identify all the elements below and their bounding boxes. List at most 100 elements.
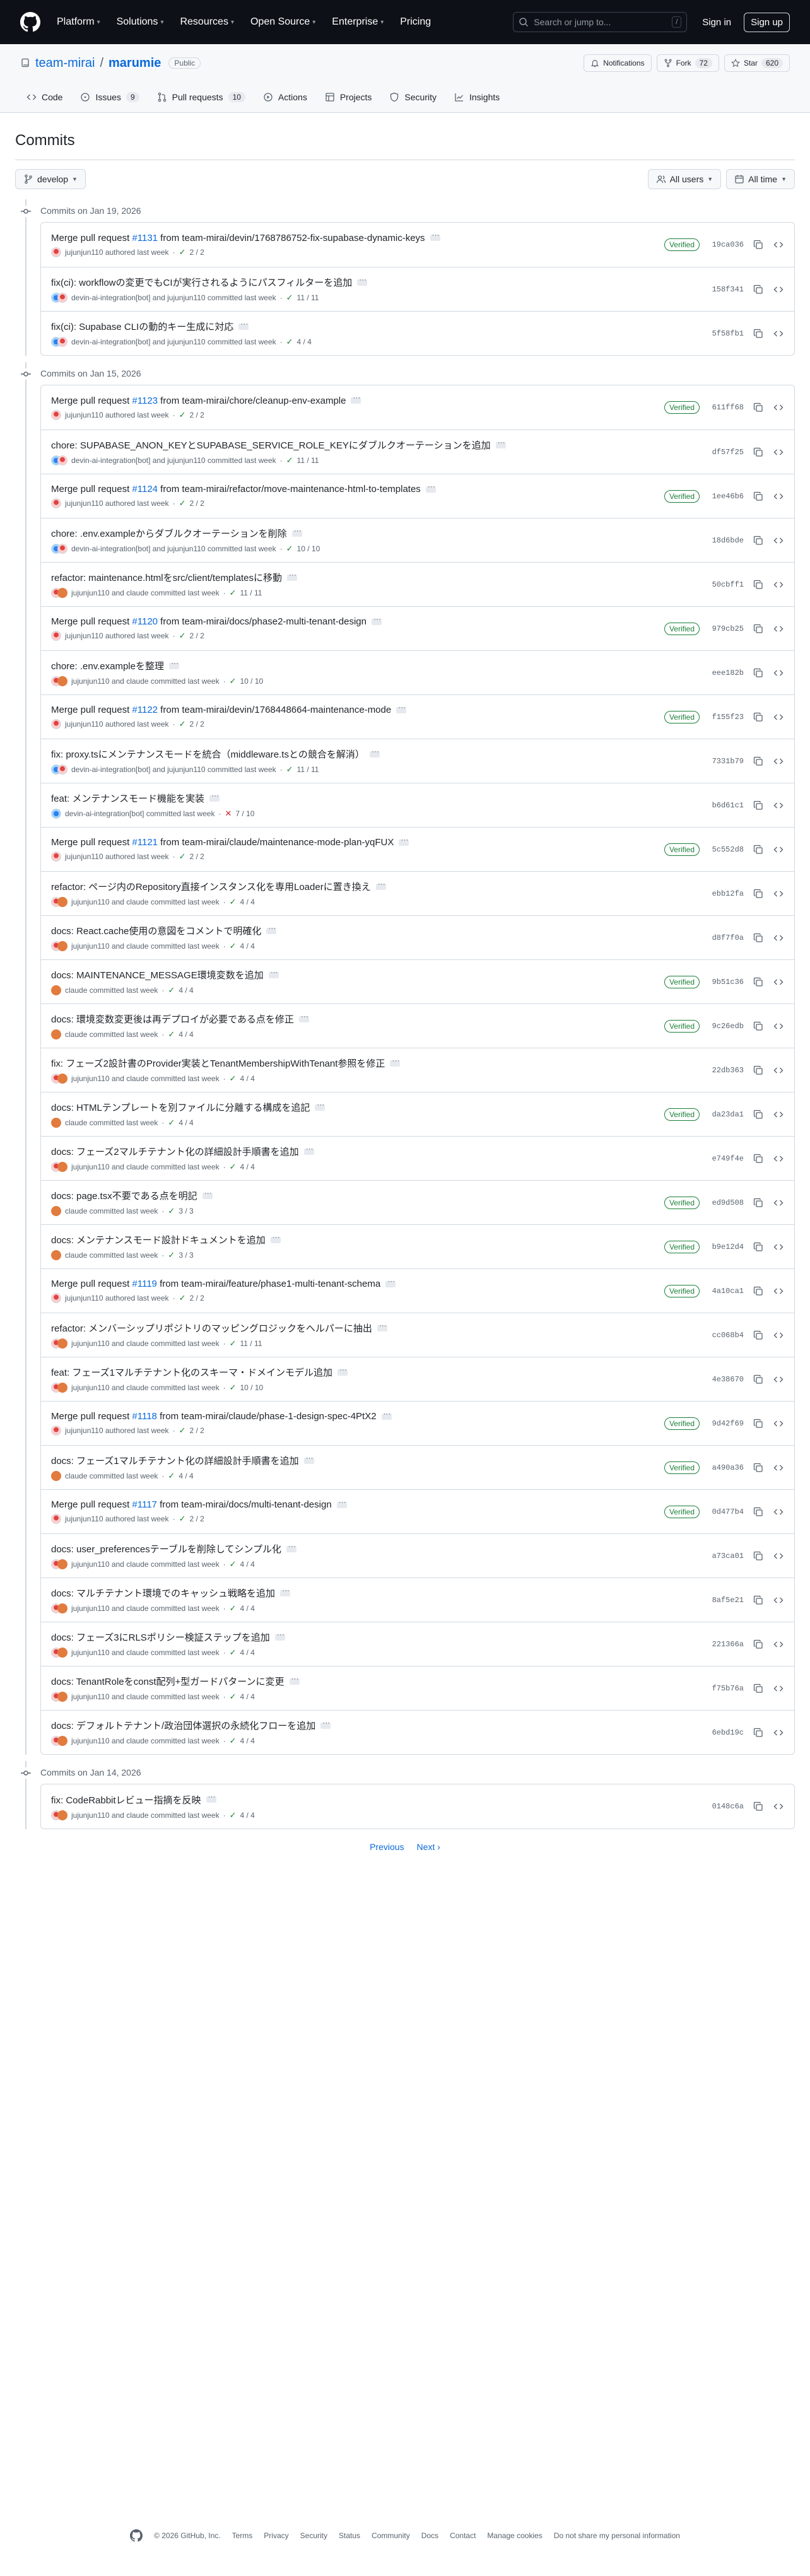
commit-title-link[interactable]: refactor: メンバーシップリポジトリのマッピングロジックをヘルパーに抽出 [51, 1321, 372, 1335]
browse-repo-button[interactable] [773, 1197, 784, 1209]
verified-badge[interactable]: Verified [664, 401, 700, 414]
commit-sha-link[interactable]: 5f58fb1 [708, 329, 744, 338]
commit-sha-link[interactable]: f75b76a [708, 1684, 744, 1693]
copy-sha-button[interactable] [753, 239, 764, 250]
browse-repo-button[interactable] [773, 1639, 784, 1650]
browse-repo-button[interactable] [773, 711, 784, 723]
commit-sha-link[interactable]: f155f23 [708, 713, 744, 722]
commit-title-link[interactable]: Merge pull request #1120 from team-mirai… [51, 616, 367, 627]
tab-issues[interactable]: Issues 9 [74, 88, 145, 106]
copy-sha-button[interactable] [753, 1550, 764, 1562]
time-filter[interactable]: All time ▼ [726, 169, 795, 189]
browse-repo-button[interactable] [773, 1506, 784, 1518]
footer-link-docs[interactable]: Docs [421, 2531, 438, 2540]
avatar[interactable] [51, 247, 61, 257]
avatar[interactable] [57, 588, 68, 598]
avatar[interactable] [57, 941, 68, 951]
avatar[interactable] [57, 1074, 68, 1084]
browse-repo-button[interactable] [773, 800, 784, 811]
commit-sha-link[interactable]: 22db363 [708, 1066, 744, 1075]
check-status[interactable]: 4 / 4 [240, 1560, 255, 1569]
footer-link-privacy[interactable]: Privacy [264, 2531, 288, 2540]
nav-solutions[interactable]: Solutions ▾ [117, 16, 164, 28]
pull-request-link[interactable]: #1119 [132, 1279, 157, 1289]
check-status[interactable]: 4 / 4 [240, 1811, 255, 1820]
commit-title-link[interactable]: docs: 環境変数変更後は再デプロイが必要である点を修正 [51, 1012, 294, 1026]
copy-sha-button[interactable] [753, 800, 764, 811]
pull-request-link[interactable]: #1117 [132, 1499, 157, 1510]
avatar[interactable] [57, 544, 68, 554]
copy-sha-button[interactable] [753, 1374, 764, 1385]
expand-message-button[interactable] [495, 438, 506, 448]
commit-title-link[interactable]: fix(ci): Supabase CLIの動的キー生成に対応 [51, 320, 233, 333]
footer-link-status[interactable]: Status [339, 2531, 360, 2540]
tab-actions[interactable]: Actions [257, 88, 314, 106]
expand-message-button[interactable] [303, 1144, 314, 1155]
check-status[interactable]: 4 / 4 [297, 337, 312, 346]
browse-repo-button[interactable] [773, 844, 784, 855]
footer-link-contact[interactable]: Contact [450, 2531, 476, 2540]
commit-title-link[interactable]: chore: .env.exampleからダブルクオーテーションを削除 [51, 527, 287, 540]
avatar[interactable] [57, 455, 68, 465]
sign-up-button[interactable]: Sign up [744, 12, 790, 32]
expand-message-button[interactable] [291, 526, 302, 537]
star-button[interactable]: Star 620 [724, 54, 790, 72]
nav-enterprise[interactable]: Enterprise ▾ [332, 16, 384, 28]
expand-message-button[interactable] [289, 1674, 300, 1685]
check-status[interactable]: 10 / 10 [240, 677, 264, 686]
notifications-button[interactable]: Notifications [584, 54, 652, 72]
verified-badge[interactable]: Verified [664, 238, 700, 251]
expand-message-button[interactable] [377, 1321, 387, 1332]
commit-sha-link[interactable]: a73ca01 [708, 1552, 744, 1560]
browse-repo-button[interactable] [773, 491, 784, 502]
browse-repo-button[interactable] [773, 1021, 784, 1032]
commit-title-link[interactable]: chore: .env.exampleを整理 [51, 659, 164, 672]
copy-sha-button[interactable] [753, 1462, 764, 1473]
copy-sha-button[interactable] [753, 711, 764, 723]
avatar[interactable] [57, 1338, 68, 1349]
expand-message-button[interactable] [168, 659, 179, 669]
avatar[interactable] [51, 719, 61, 729]
avatar[interactable] [51, 1250, 61, 1260]
nav-platform[interactable]: Platform ▾ [57, 16, 100, 28]
previous-page-button[interactable]: Previous [370, 1842, 404, 1852]
browse-repo-button[interactable] [773, 1285, 784, 1297]
expand-message-button[interactable] [390, 1056, 401, 1067]
expand-message-button[interactable] [238, 319, 249, 330]
commit-sha-link[interactable]: 979cb25 [708, 624, 744, 633]
copy-sha-button[interactable] [753, 1801, 764, 1812]
check-status[interactable]: 2 / 2 [189, 1294, 204, 1303]
commit-title-link[interactable]: docs: メンテナンスモード設計ドキュメントを追加 [51, 1233, 266, 1246]
check-status[interactable]: 4 / 4 [179, 1030, 193, 1039]
commit-sha-link[interactable]: 19ca036 [708, 240, 744, 249]
check-status[interactable]: 3 / 3 [179, 1251, 193, 1260]
pull-request-link[interactable]: #1123 [132, 395, 158, 406]
expand-message-button[interactable] [286, 1542, 296, 1552]
pull-request-link[interactable]: #1120 [132, 616, 158, 627]
avatar[interactable] [57, 1692, 68, 1702]
expand-message-button[interactable] [385, 1277, 396, 1287]
expand-message-button[interactable] [209, 791, 220, 802]
commit-sha-link[interactable]: da23da1 [708, 1110, 744, 1119]
footer-link-manage-cookies[interactable]: Manage cookies [487, 2531, 542, 2540]
browse-repo-button[interactable] [773, 932, 784, 944]
verified-badge[interactable]: Verified [664, 1505, 700, 1518]
expand-message-button[interactable] [270, 1232, 281, 1243]
commit-title-link[interactable]: fix(ci): workflowの変更でもCIが実行されるようにパスフィルター… [51, 276, 352, 289]
avatar[interactable] [57, 1603, 68, 1613]
copy-sha-button[interactable] [753, 1639, 764, 1650]
commit-sha-link[interactable]: 6ebd19c [708, 1728, 744, 1737]
browse-repo-button[interactable] [773, 535, 784, 546]
browse-repo-button[interactable] [773, 284, 784, 295]
nav-resources[interactable]: Resources ▾ [180, 16, 234, 28]
copy-sha-button[interactable] [753, 667, 764, 679]
avatar[interactable] [57, 1383, 68, 1393]
verified-badge[interactable]: Verified [664, 1019, 700, 1033]
expand-message-button[interactable] [336, 1497, 347, 1508]
copy-sha-button[interactable] [753, 844, 764, 855]
browse-repo-button[interactable] [773, 888, 784, 899]
expand-message-button[interactable] [280, 1586, 291, 1596]
browse-repo-button[interactable] [773, 667, 784, 679]
commit-title-link[interactable]: docs: user_preferencesテーブルを削除してシンプル化 [51, 1542, 281, 1555]
github-logo-icon[interactable] [20, 12, 40, 32]
